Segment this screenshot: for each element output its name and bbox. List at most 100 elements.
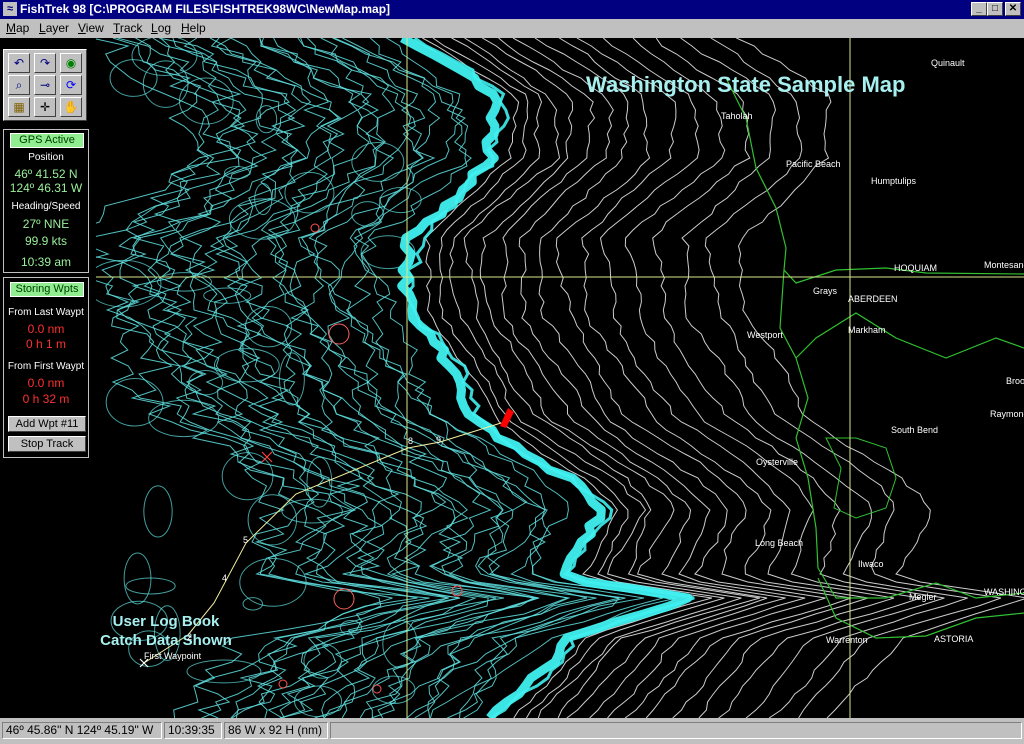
depth-contour-loop — [244, 306, 292, 348]
menu-help[interactable]: Help — [181, 21, 206, 35]
redo-icon[interactable]: ↷ — [34, 53, 56, 73]
from-first-label: From First Waypt — [7, 361, 85, 372]
globe-icon[interactable]: ◉ — [60, 53, 82, 73]
add-waypoint-button[interactable]: Add Wpt #11 — [8, 416, 86, 432]
place-label: ABERDEEN — [848, 294, 898, 304]
place-label: Quinault — [931, 58, 965, 68]
place-label: Grays — [813, 286, 838, 296]
refresh-icon[interactable]: ⟳ — [60, 75, 82, 95]
gps-status-badge: GPS Active — [10, 133, 84, 148]
hand-pan-icon[interactable]: ✋ — [60, 97, 82, 117]
depth-contour-loop — [203, 287, 252, 304]
place-label: Ilwaco — [858, 559, 884, 569]
waypoint-number: 8 — [408, 436, 414, 446]
waypoint-number: 5 — [243, 535, 249, 545]
place-label: Markham — [848, 325, 886, 335]
menu-map-mnemonic: M — [6, 21, 16, 35]
depth-contour-loop — [186, 659, 262, 684]
longitude-value: 124º 46.31 W — [9, 181, 83, 195]
position-label: Position — [28, 152, 64, 163]
place-label: Pacific Beach — [786, 159, 841, 169]
shallow-contour — [432, 38, 725, 718]
menu-track-mnemonic: T — [113, 21, 120, 35]
storing-waypoints-badge: Storing Wpts — [10, 282, 84, 297]
menu-layer-label: ayer — [45, 21, 70, 35]
menu-log[interactable]: Log — [151, 21, 171, 35]
menu-bar: Map Layer View Track Log Help — [0, 19, 1024, 38]
shallow-contour — [463, 38, 760, 718]
shallow-contour — [680, 38, 968, 718]
menu-view[interactable]: View — [78, 21, 104, 35]
place-label: Megler — [909, 592, 937, 602]
from-last-distance: 0.0 nm — [27, 322, 65, 336]
from-last-label: From Last Waypt — [8, 307, 84, 318]
first-waypoint-label: First Waypoint — [144, 651, 202, 661]
depth-contour-loop — [379, 186, 422, 214]
place-label: Taholah — [721, 111, 753, 121]
menu-log-mnemonic: L — [151, 21, 158, 35]
title-bar: ≈ FishTrek 98 [C:\PROGRAM FILES\FISHTREK… — [0, 0, 1024, 19]
map-canvas[interactable]: Washington State Sample Map User Log Boo… — [96, 38, 1024, 718]
log-marker — [328, 323, 350, 345]
depth-contour — [328, 38, 626, 718]
stop-track-button[interactable]: Stop Track — [8, 436, 86, 452]
place-label: Brooklyn — [1006, 376, 1024, 386]
place-label: HOQUIAM — [894, 263, 938, 273]
maximize-button[interactable]: □ — [987, 2, 1003, 16]
place-label: Long Beach — [755, 538, 804, 548]
close-button[interactable]: ✕ — [1005, 2, 1021, 16]
shallow-contour — [534, 38, 826, 718]
shallow-contour — [704, 38, 1002, 718]
menu-view-mnemonic: V — [78, 21, 86, 35]
log-marker — [278, 679, 288, 689]
waypoint-number: 2 — [187, 632, 193, 642]
fish-icon[interactable]: ≈ — [3, 2, 17, 16]
place-label: Westport — [747, 330, 783, 340]
place-label: ASTORIA — [934, 634, 974, 644]
place-label: Humptulips — [871, 176, 917, 186]
menu-layer[interactable]: Layer — [39, 21, 69, 35]
zoom-icon[interactable]: ⌕ — [8, 75, 30, 95]
menu-help-label: elp — [189, 21, 206, 35]
place-label: WASHINGTON — [984, 587, 1024, 597]
speed-value: 99.9 kts — [24, 234, 68, 248]
menu-layer-mnemonic: L — [39, 21, 46, 35]
status-bar: 46º 45.86" N 124º 45.19" W 10:39:35 86 W… — [0, 718, 1024, 744]
shallow-contour — [736, 38, 1024, 718]
willapa-shore — [795, 357, 1024, 599]
waypoint-number: 4 — [222, 573, 228, 583]
latitude-value: 46º 41.52 N — [14, 167, 78, 181]
gps-panel: GPS Active Position 46º 41.52 N 124º 46.… — [3, 129, 89, 273]
heading-value: 27º NNE — [22, 217, 70, 231]
log-marker — [372, 684, 382, 694]
from-first-distance: 0.0 nm — [27, 376, 65, 390]
menu-help-mnemonic: H — [181, 21, 190, 35]
measure-icon[interactable]: ⊸ — [34, 75, 56, 95]
view-size: 86 W x 92 H (nm) — [224, 722, 328, 739]
depth-contour-loop — [157, 272, 212, 292]
log-marker — [333, 588, 355, 610]
minimize-button[interactable]: _ — [971, 2, 987, 16]
shallow-contour — [624, 38, 921, 718]
grays-harbor-shore — [779, 269, 1024, 359]
map-title: Washington State Sample Map — [586, 72, 906, 97]
from-last-time: 0 h 1 m — [25, 337, 67, 351]
menu-map[interactable]: Map — [6, 21, 29, 35]
heading-label: Heading/Speed — [11, 201, 81, 212]
depth-contour-loop — [109, 59, 158, 97]
menu-track[interactable]: Track — [113, 21, 143, 35]
logbook-caption: User Log Book Catch Data Shown — [96, 612, 236, 650]
depth-contour-loop — [221, 452, 274, 501]
toolbox: ↶ ↷ ◉ ⌕ ⊸ ⟳ ▦ ✛ ✋ — [3, 49, 87, 121]
place-label: South Bend — [891, 425, 939, 435]
place-label: Montesano — [984, 260, 1024, 270]
grid-icon[interactable]: ▦ — [8, 97, 30, 117]
cursor-position: 46º 45.86" N 124º 45.19" W — [2, 722, 162, 739]
undo-icon[interactable]: ↶ — [8, 53, 30, 73]
window-title: FishTrek 98 [C:\PROGRAM FILES\FISHTREK98… — [20, 2, 391, 16]
depth-contour-loop — [382, 619, 418, 669]
place-label: Raymond — [990, 409, 1024, 419]
place-label: Warrenton — [826, 635, 868, 645]
crosshair-icon[interactable]: ✛ — [34, 97, 56, 117]
menu-view-label: iew — [85, 21, 104, 35]
